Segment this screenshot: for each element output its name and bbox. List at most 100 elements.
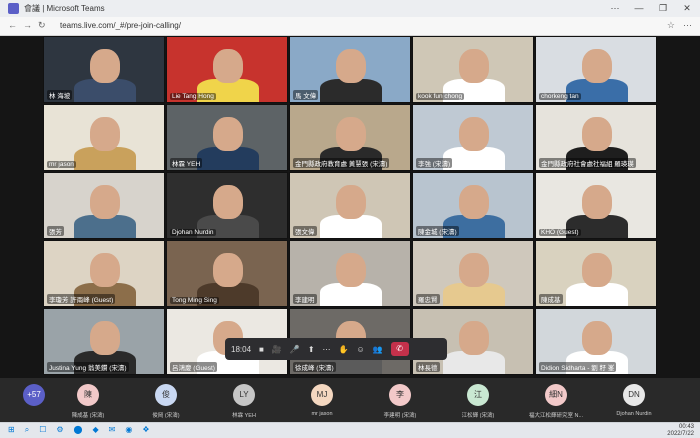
video-tile[interactable]: 馬 文偉 — [289, 36, 411, 103]
teams-icon[interactable]: ⬤ — [74, 425, 83, 435]
window-title: 會議 | Microsoft Teams — [24, 4, 105, 13]
participant-name-label: KHO (Guest) — [539, 229, 581, 236]
participant-thumbnail[interactable]: DN Djohan Nurdin — [600, 378, 668, 422]
participant-name-label: 金門縣政府教育處 黃慧張 (宋濤) — [293, 158, 390, 168]
video-tile[interactable]: KHO (Guest) — [535, 172, 657, 239]
camera-icon[interactable]: 🎥 — [272, 345, 282, 354]
browser-address-bar: ← → ↻ teams.live.com/_#/pre-join-calling… — [0, 17, 700, 36]
call-controls: 18:04 ■ 🎥 🎤 ⬆ ⋯ ✋ ☺ 👥 ✆ — [225, 338, 447, 360]
more-actions-icon[interactable]: ⋯ — [323, 345, 331, 354]
video-tile[interactable]: 林霖 YEH — [166, 104, 288, 171]
participant-thumbnail[interactable]: 細N 福大江松輝研究室 N... — [522, 378, 590, 422]
avatar: 俊 — [155, 384, 177, 406]
participant-name: 江松輝 (宋濤) — [461, 413, 495, 419]
favorite-icon[interactable]: ☆ — [667, 20, 675, 31]
participant-name-label: Lie Tang Hong — [170, 93, 216, 100]
participant-thumbnail[interactable]: 陳陳成基 (宋濤) — [54, 378, 122, 422]
participant-name-label: Didion Sidharta - 劉 籽 峯 — [539, 362, 617, 372]
participant-name-label: 金門縣政府社會處社福組 羅瑛瑛 — [539, 158, 636, 168]
participant-name: 福大江松輝研究室 N... — [528, 413, 584, 419]
participant-name-label: mr jason — [47, 161, 76, 168]
participant-name-label: 馬 文偉 — [293, 90, 319, 100]
video-tile[interactable]: mr jason — [43, 104, 165, 171]
video-tile[interactable]: 林 海坡 — [43, 36, 165, 103]
participant-face — [90, 49, 120, 83]
more-icon[interactable]: ⋯ — [608, 2, 622, 15]
forward-icon[interactable]: → — [23, 20, 32, 31]
tray-time: 00:43 — [678, 424, 694, 430]
mail-icon[interactable]: ✉ — [109, 425, 116, 435]
participant-face — [90, 117, 120, 151]
video-tile[interactable]: Justina Yung 翁美鑽 (宋濤) — [43, 308, 165, 375]
search-icon[interactable]: ⌕ — [25, 425, 29, 435]
settings-icon[interactable]: ⚙ — [56, 425, 63, 435]
avatar: MJ — [311, 384, 333, 406]
video-tile[interactable]: 羅忠賢 — [412, 240, 534, 307]
maximize-icon[interactable]: ❐ — [656, 2, 670, 15]
url-input[interactable]: teams.live.com/_#/pre-join-calling/ — [60, 21, 181, 30]
participant-name: 林霖 YEH — [232, 413, 256, 419]
video-tile[interactable]: 金門縣政府教育處 黃慧張 (宋濤) — [289, 104, 411, 171]
participant-face — [582, 321, 612, 355]
video-tile[interactable]: 陳成基 — [535, 240, 657, 307]
participant-thumbnail[interactable]: 江江松輝 (宋濤) — [444, 378, 512, 422]
participant-name-label: 李建明 — [293, 294, 317, 304]
browser-icon[interactable]: ◉ — [125, 425, 132, 435]
avatar: 江 — [467, 384, 489, 406]
video-tile[interactable]: kook fun chong — [412, 36, 534, 103]
app-icon[interactable]: ◆ — [92, 425, 98, 435]
participant-face — [213, 49, 243, 83]
participant-face — [213, 185, 243, 219]
video-tile[interactable]: Lie Tang Hong — [166, 36, 288, 103]
minimize-icon[interactable]: — — [632, 2, 646, 15]
task-view-icon[interactable]: ☐ — [39, 425, 46, 435]
participant-face — [582, 185, 612, 219]
reactions-icon[interactable]: ☺ — [356, 345, 364, 354]
video-tile[interactable]: 陳金城 (宋濤) — [412, 172, 534, 239]
participant-name-label: 林 海坡 — [47, 90, 73, 100]
participant-face — [90, 185, 120, 219]
participant-thumbnail[interactable]: MJ mr jason — [288, 378, 356, 422]
video-tile[interactable]: 張文偉 — [289, 172, 411, 239]
video-tile[interactable]: Tong Ming Sing — [166, 240, 288, 307]
start-icon[interactable]: ⊞ — [8, 425, 15, 435]
video-tile[interactable]: chorkeng tan — [535, 36, 657, 103]
video-tile[interactable]: 張芳 — [43, 172, 165, 239]
browser-menu-icon[interactable]: ⋯ — [683, 20, 692, 31]
participant-thumbnail[interactable]: 李李建明 (宋濤) — [366, 378, 434, 422]
video-tile[interactable]: Didion Sidharta - 劉 籽 峯 — [535, 308, 657, 375]
video-tile[interactable]: 金門縣政府社會處社福組 羅瑛瑛 — [535, 104, 657, 171]
share-icon[interactable]: ⬆ — [308, 345, 315, 354]
participant-name-label: 陳成基 — [539, 294, 563, 304]
video-tile[interactable]: Djohan Nurdin — [166, 172, 288, 239]
participant-name-label: kook fun chong — [416, 93, 465, 100]
participant-name: 俊岡 (宋濤) — [152, 413, 180, 419]
video-tile[interactable]: 李建明 — [289, 240, 411, 307]
mic-icon[interactable]: 🎤 — [290, 345, 300, 354]
stop-video-icon[interactable]: ■ — [259, 345, 264, 354]
refresh-icon[interactable]: ↻ — [38, 20, 46, 31]
avatar: 細N — [545, 384, 567, 406]
participant-face — [459, 49, 489, 83]
video-gallery: 台山 李Lie Tang Hong馬 文偉kook fun chongchork… — [0, 36, 700, 378]
avatar: LY — [233, 384, 255, 406]
participant-name-label: Djohan Nurdin — [170, 229, 216, 236]
window-controls: ⋯ — ❐ ✕ — [608, 2, 694, 15]
back-icon[interactable]: ← — [8, 20, 17, 31]
participant-name-label: 李強 (宋濤) — [416, 158, 453, 168]
avatar: 陳 — [77, 384, 99, 406]
browser-nav: ← → ↻ — [8, 20, 46, 31]
participant-face — [213, 253, 243, 287]
participant-thumbnail[interactable]: LY 林霖 YEH — [210, 378, 278, 422]
close-icon[interactable]: ✕ — [680, 2, 694, 15]
video-tile[interactable]: 李強 (宋濤) — [412, 104, 534, 171]
raise-hand-icon[interactable]: ✋ — [339, 345, 349, 354]
leave-call-button[interactable]: ✆ — [390, 342, 409, 356]
participant-thumbnail[interactable]: 俊俊岡 (宋濤) — [132, 378, 200, 422]
participant-face — [336, 253, 366, 287]
video-tile[interactable]: 李瓊芳 許兩峰 (Guest) — [43, 240, 165, 307]
avatar: DN — [623, 384, 645, 406]
participant-name-label: 徐成峰 (宋濤) — [293, 362, 336, 372]
store-icon[interactable]: ❖ — [142, 425, 149, 435]
participants-icon[interactable]: 👥 — [373, 345, 383, 354]
